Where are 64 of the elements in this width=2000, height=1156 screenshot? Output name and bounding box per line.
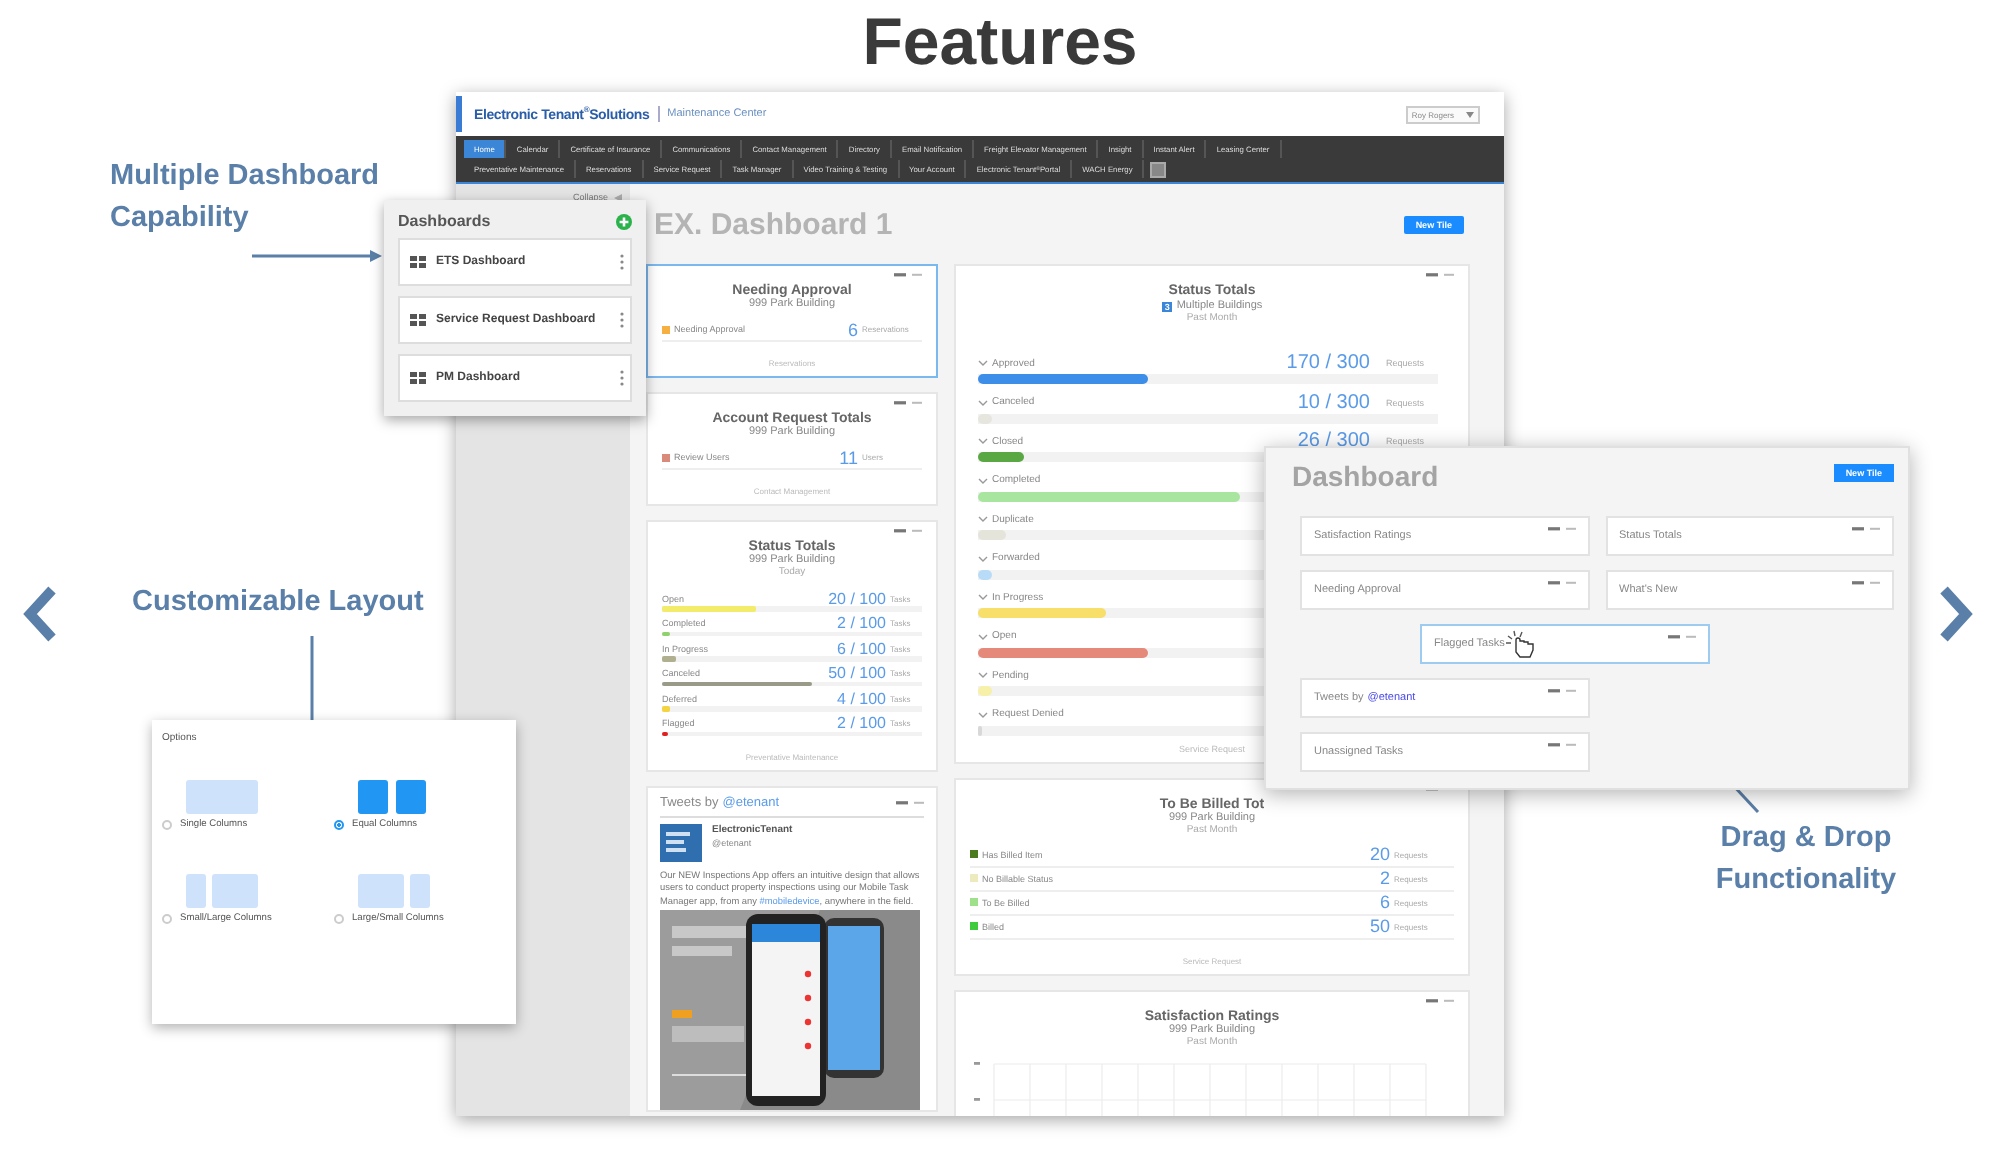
accent-bar — [456, 96, 462, 132]
callout-label: Drag & Drop Functionality — [1713, 820, 1899, 900]
row-value: 2 — [1379, 868, 1390, 888]
tile-controls-icon[interactable] — [1668, 634, 1696, 640]
hand-cursor-icon — [1504, 630, 1537, 658]
row-value: 6 — [847, 319, 858, 339]
add-tab-button[interactable] — [1150, 161, 1167, 178]
row-value: 6 / 100 — [837, 639, 886, 657]
chevron-down-icon[interactable] — [978, 594, 988, 600]
tile-controls-icon[interactable] — [894, 400, 922, 406]
row-value: 50 / 100 — [828, 664, 886, 682]
row-value: 11 — [839, 447, 858, 467]
chevron-left-icon[interactable] — [20, 584, 60, 644]
chevron-down-icon[interactable] — [978, 555, 988, 561]
dashboard-tile[interactable] — [646, 786, 938, 1112]
chevron-down-icon[interactable] — [978, 633, 988, 639]
chevron-down-icon[interactable] — [978, 399, 988, 405]
pointer-arrow — [252, 248, 384, 264]
row-value: 20 — [1369, 844, 1390, 864]
radio-button[interactable] — [334, 914, 344, 924]
callout-label: Customizable Layout — [132, 584, 424, 622]
tile-controls-icon[interactable] — [896, 799, 924, 805]
radio-button[interactable] — [162, 914, 172, 924]
tile-controls-icon[interactable] — [1852, 580, 1880, 586]
page-heading: Features — [860, 4, 1140, 80]
row-value: 10 / 300 — [1297, 391, 1370, 413]
tile-controls-icon[interactable] — [1426, 997, 1454, 1003]
tile-controls-icon[interactable] — [1547, 580, 1575, 586]
page-title: EX. Dashboard 1 — [654, 207, 893, 241]
caret-icon — [1466, 111, 1474, 117]
chevron-down-icon[interactable] — [978, 516, 988, 522]
row-value: 20 / 100 — [828, 589, 886, 607]
radio-button[interactable] — [334, 820, 344, 830]
grid-icon — [410, 372, 426, 384]
chevron-down-icon[interactable] — [978, 711, 988, 717]
chevron-down-icon[interactable] — [978, 477, 988, 483]
tile-controls-icon[interactable] — [894, 272, 922, 278]
chevron-down-icon[interactable] — [978, 672, 988, 678]
tile-controls-icon[interactable] — [1426, 272, 1454, 278]
layout-preview-icon[interactable] — [358, 780, 430, 814]
tile-controls-icon[interactable] — [1548, 742, 1576, 748]
row-value: 26 / 300 — [1297, 430, 1370, 452]
chevron-down-icon[interactable] — [978, 360, 988, 366]
grid-icon — [410, 256, 426, 268]
grid-icon — [410, 314, 426, 326]
popup-title: Dashboards — [398, 212, 491, 230]
chevron-down-icon[interactable] — [978, 438, 988, 444]
tile-controls-icon[interactable] — [1548, 688, 1576, 694]
tile-controls-icon[interactable] — [1852, 526, 1880, 532]
row-value: 6 — [1379, 892, 1390, 912]
logo-icon — [660, 824, 702, 862]
callout-label: Multiple Dashboard Capability — [110, 158, 382, 238]
radio-button[interactable] — [162, 820, 172, 830]
tile-controls-icon[interactable] — [1547, 526, 1575, 532]
tile-controls-icon[interactable] — [894, 528, 922, 534]
row-value: 2 / 100 — [837, 714, 886, 732]
row-value: 50 — [1369, 916, 1390, 936]
chevron-right-icon[interactable] — [1936, 584, 1976, 644]
row-value: 4 / 100 — [837, 689, 886, 707]
dashboard-tile[interactable] — [646, 520, 938, 772]
row-value: 170 / 300 — [1286, 352, 1370, 374]
add-circle-icon[interactable] — [616, 213, 632, 229]
panel-title: Dashboard — [1292, 460, 1439, 492]
row-value: 2 / 100 — [837, 614, 886, 632]
